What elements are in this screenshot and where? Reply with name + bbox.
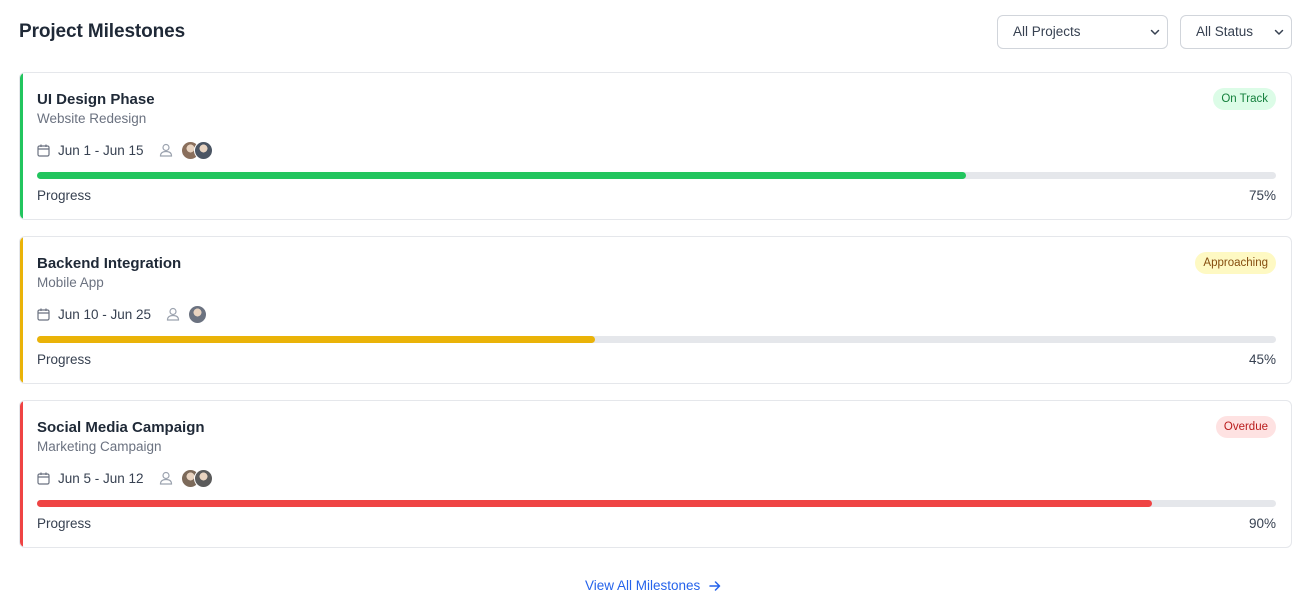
status-accent-bar [20,73,23,219]
avatar[interactable] [193,468,213,488]
project-filter-value: All Projects [1013,24,1081,39]
progress-fill [37,172,967,179]
assignee-avatars [180,140,213,160]
assignee-avatars [180,468,213,488]
page-title: Project Milestones [19,21,186,42]
avatar[interactable] [188,304,208,324]
progress-fill [37,500,1153,507]
status-filter-value: All Status [1196,24,1254,39]
progress-label: Progress [37,188,92,203]
calendar-icon [37,308,50,321]
milestone-meta: Jun 10 - Jun 25 [37,303,208,325]
milestone-dates: Jun 1 - Jun 15 [58,142,144,158]
status-badge: Overdue [1215,416,1276,438]
status-badge: Approaching [1195,252,1276,274]
milestone-project: Website Redesign [37,111,147,126]
progress-fill [37,336,595,343]
user-icon [166,307,180,321]
progress-value: 45% [1248,352,1276,367]
status-accent-bar [20,401,23,547]
progress-value: 90% [1248,516,1276,531]
header: Project Milestones All Projects All Stat… [19,15,1292,49]
milestone-meta: Jun 1 - Jun 15 [37,139,213,161]
milestone-project: Marketing Campaign [37,439,162,454]
milestone-meta: Jun 5 - Jun 12 [37,467,213,489]
milestone-card[interactable]: Backend Integration Mobile App Approachi… [19,236,1292,384]
milestone-dates: Jun 10 - Jun 25 [58,306,152,322]
view-all-label: View All Milestones [585,578,701,593]
calendar-icon [37,144,50,157]
progress-label: Progress [37,352,92,367]
chevron-down-icon [1274,16,1284,48]
milestone-card[interactable]: UI Design Phase Website Redesign On Trac… [19,72,1292,220]
progress-track [37,172,1276,179]
progress-label: Progress [37,516,92,531]
avatar[interactable] [193,140,213,160]
user-icon [159,471,173,485]
milestone-title: Social Media Campaign [37,419,205,436]
milestone-card[interactable]: Social Media Campaign Marketing Campaign… [19,400,1292,548]
status-accent-bar [20,237,23,383]
project-filter-select[interactable]: All Projects [997,15,1168,49]
status-badge: On Track [1213,88,1276,110]
arrow-right-icon [709,580,721,591]
status-filter-select[interactable]: All Status [1180,15,1292,49]
progress-track [37,500,1276,507]
progress-track [37,336,1276,343]
user-icon [159,143,173,157]
milestone-dates: Jun 5 - Jun 12 [58,470,144,486]
chevron-down-icon [1150,16,1160,48]
milestone-title: Backend Integration [37,255,182,272]
calendar-icon [37,472,50,485]
milestone-project: Mobile App [37,275,104,290]
view-all-milestones-link[interactable]: View All Milestones [585,578,721,593]
assignee-avatars [188,304,208,324]
milestone-title: UI Design Phase [37,91,155,108]
progress-value: 75% [1248,188,1276,203]
